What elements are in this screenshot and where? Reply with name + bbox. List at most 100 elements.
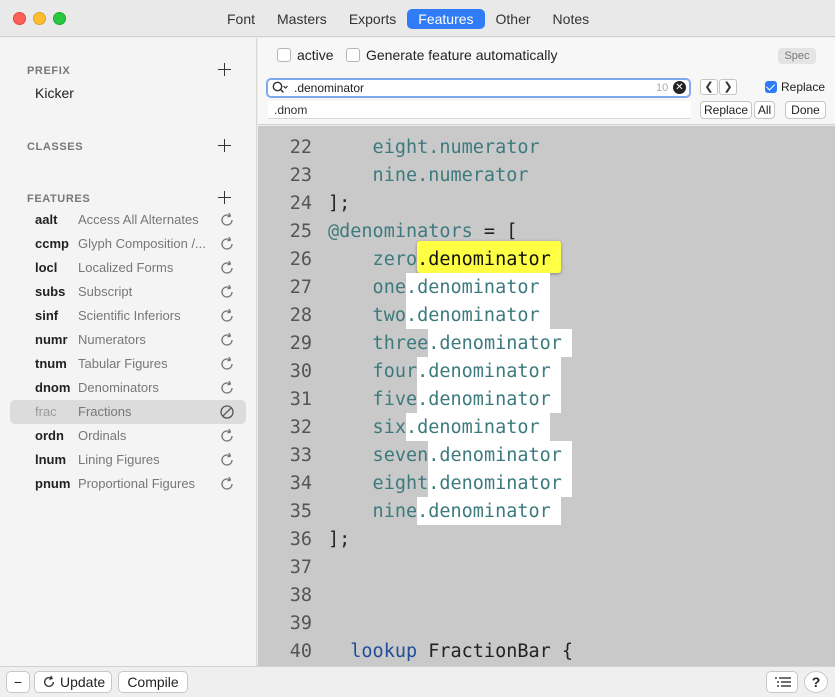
- glyph-name: five: [328, 389, 418, 410]
- add-class-icon[interactable]: [217, 138, 232, 153]
- refresh-icon[interactable]: [219, 308, 235, 324]
- search-match: .denominator: [417, 361, 551, 382]
- replace-field[interactable]: .dnom: [268, 101, 691, 119]
- glyph-name: zero: [328, 249, 418, 270]
- line-number: 35: [289, 501, 312, 522]
- list-options-button[interactable]: [766, 671, 798, 693]
- code-text: four.denominator: [328, 361, 551, 382]
- feature-name: Tabular Figures: [78, 356, 168, 371]
- feature-item-subs[interactable]: subs Subscript: [10, 280, 246, 304]
- line-number: 26: [289, 249, 312, 270]
- generate-automatically-checkbox[interactable]: [346, 48, 360, 62]
- update-button[interactable]: Update: [34, 671, 112, 693]
- search-match: .denominator: [405, 417, 540, 438]
- refresh-icon: [43, 675, 55, 688]
- feature-name: Denominators: [78, 380, 159, 395]
- refresh-icon[interactable]: [219, 428, 235, 444]
- code-text: three.denominator: [328, 333, 562, 354]
- refresh-icon[interactable]: [219, 476, 235, 492]
- feature-item-dnom[interactable]: dnom Denominators: [10, 376, 246, 400]
- search-match: .denominator: [405, 305, 540, 326]
- glyph-suffix: .numerator: [428, 137, 540, 158]
- feature-item-lnum[interactable]: lnum Lining Figures: [10, 448, 246, 472]
- search-match: .denominator: [417, 501, 551, 522]
- feature-list: aalt Access All Alternates ccmp Glyph Compo…: [10, 208, 246, 496]
- line-number: 28: [289, 305, 312, 326]
- line-number: 39: [289, 613, 312, 634]
- remove-feature-button[interactable]: −: [6, 671, 30, 693]
- generate-automatically-label: Generate feature automatically: [366, 47, 558, 63]
- code-token: FractionBar {: [417, 641, 574, 662]
- feature-item-locl[interactable]: locl Localized Forms: [10, 256, 246, 280]
- add-prefix-icon[interactable]: [217, 62, 232, 77]
- feature-item-pnum[interactable]: pnum Proportional Figures: [10, 472, 246, 496]
- refresh-icon[interactable]: [219, 452, 235, 468]
- code-line: 35 nine.denominator: [258, 497, 835, 525]
- active-checkbox[interactable]: [277, 48, 291, 62]
- refresh-icon[interactable]: [219, 332, 235, 348]
- find-field[interactable]: .denominator 10 ✕: [266, 78, 691, 98]
- code-text: eight.denominator: [328, 473, 562, 494]
- refresh-icon[interactable]: [219, 380, 235, 396]
- feature-item-ccmp[interactable]: ccmp Glyph Composition /...: [10, 232, 246, 256]
- code-token: ];: [328, 529, 351, 550]
- replace-all-button[interactable]: All: [754, 101, 775, 119]
- tab-other[interactable]: Other: [485, 9, 542, 29]
- code-text: ];: [328, 529, 350, 550]
- feature-item-ordn[interactable]: ordn Ordinals: [10, 424, 246, 448]
- refresh-icon[interactable]: [219, 236, 235, 252]
- refresh-icon[interactable]: [219, 212, 235, 228]
- search-match: .denominator: [417, 389, 551, 410]
- feature-name: Lining Figures: [78, 452, 160, 467]
- refresh-icon[interactable]: [219, 284, 235, 300]
- previous-match-button[interactable]: ❮: [700, 79, 718, 95]
- add-feature-icon[interactable]: [217, 190, 232, 205]
- code-line: 32 six.denominator: [258, 413, 835, 441]
- feature-item-numr[interactable]: numr Numerators: [10, 328, 246, 352]
- tab-font[interactable]: Font: [216, 9, 266, 29]
- code-line: 26 zero.denominator: [258, 241, 835, 273]
- feature-name: Numerators: [78, 332, 146, 347]
- disabled-icon[interactable]: [219, 404, 235, 420]
- feature-toolbar: active Generate feature automatically Sp…: [258, 38, 835, 125]
- feature-item-frac[interactable]: frac Fractions: [10, 400, 246, 424]
- refresh-icon[interactable]: [219, 260, 235, 276]
- title-bar: Font Masters Exports Features Other Notes: [0, 0, 835, 37]
- feature-tag: dnom: [35, 380, 71, 395]
- tab-bar: Font Masters Exports Features Other Notes: [216, 9, 600, 29]
- help-button[interactable]: ?: [804, 671, 828, 693]
- done-button[interactable]: Done: [785, 101, 826, 119]
- feature-item-sinf[interactable]: sinf Scientific Inferiors: [10, 304, 246, 328]
- tab-exports[interactable]: Exports: [338, 9, 407, 29]
- feature-item-aalt[interactable]: aalt Access All Alternates: [10, 208, 246, 232]
- feature-name: Ordinals: [78, 428, 127, 443]
- refresh-icon[interactable]: [219, 356, 235, 372]
- zoom-window-button[interactable]: [53, 12, 66, 25]
- line-number: 24: [289, 193, 312, 214]
- replace-button[interactable]: Replace: [700, 101, 752, 119]
- keyword-token: lookup: [328, 641, 418, 662]
- line-number: 34: [289, 473, 312, 494]
- prefix-item-kicker[interactable]: Kicker: [35, 85, 74, 101]
- next-match-button[interactable]: ❯: [719, 79, 737, 95]
- code-text: two.denominator: [328, 305, 540, 326]
- tab-features[interactable]: Features: [407, 9, 485, 29]
- code-text: seven.denominator: [328, 445, 562, 466]
- tab-masters[interactable]: Masters: [266, 9, 338, 29]
- feature-item-tnum[interactable]: tnum Tabular Figures: [10, 352, 246, 376]
- feature-name: Subscript: [78, 284, 133, 299]
- spec-button[interactable]: Spec: [778, 48, 816, 64]
- search-icon[interactable]: [272, 81, 288, 95]
- feature-tag: ccmp: [35, 236, 69, 251]
- code-text: one.denominator: [328, 277, 540, 298]
- close-window-button[interactable]: [13, 12, 26, 25]
- feature-tag: sinf: [35, 308, 59, 323]
- replace-checkbox[interactable]: [765, 81, 777, 93]
- feature-name: Fractions: [78, 404, 132, 419]
- clear-search-icon[interactable]: ✕: [673, 81, 686, 94]
- tab-notes[interactable]: Notes: [542, 9, 601, 29]
- code-editor[interactable]: 22 eight.numerator 23 nine.numerator 24]; 2…: [258, 126, 835, 666]
- feature-name: Access All Alternates: [78, 212, 199, 227]
- compile-button[interactable]: Compile: [118, 671, 188, 693]
- minimize-window-button[interactable]: [33, 12, 46, 25]
